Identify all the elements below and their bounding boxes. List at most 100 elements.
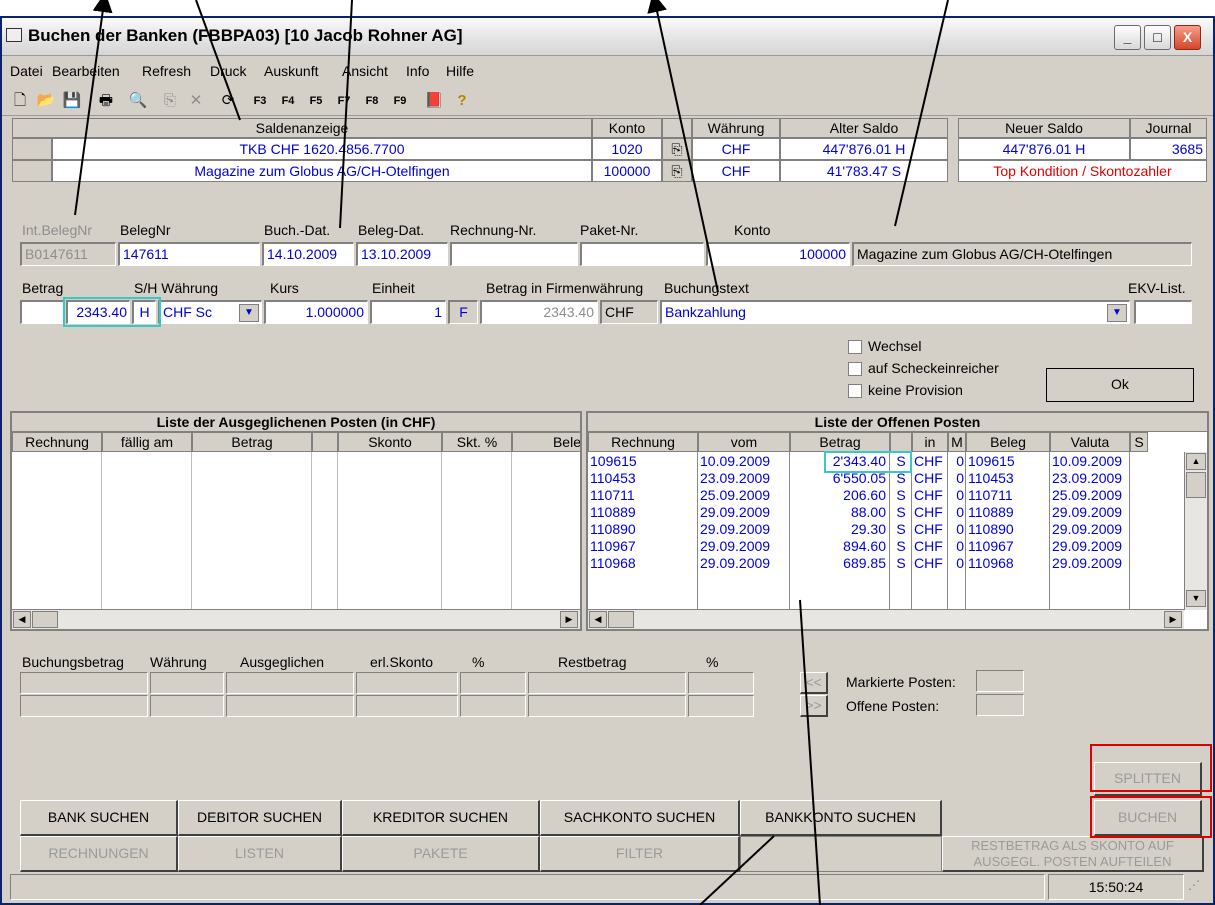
- table-row[interactable]: 110967 29.09.2009 894.60 S CHF 0 110967 29.09.2…: [588, 538, 1184, 555]
- sachkonto-suchen-button[interactable]: SACHKONTO SUCHEN: [540, 800, 740, 836]
- scroll-left-icon[interactable]: ◀: [589, 611, 607, 628]
- new-file-icon[interactable]: 🗋: [8, 89, 32, 113]
- close-button[interactable]: X: [1174, 25, 1201, 50]
- refresh-icon[interactable]: ⟳: [216, 89, 240, 113]
- help-icon[interactable]: ?: [450, 89, 474, 113]
- nav-prev-button[interactable]: <<: [800, 672, 828, 694]
- restbetrag-skonto-button[interactable]: RESTBETRAG ALS SKONTO AUF AUSGEGL. POSTE…: [942, 836, 1204, 872]
- saldo-row2-marker: [12, 160, 52, 182]
- save-icon[interactable]: 💾: [60, 89, 84, 113]
- menu-refresh[interactable]: Refresh: [142, 63, 191, 79]
- delete-icon[interactable]: ✕: [184, 89, 208, 113]
- offen-col-m[interactable]: M: [948, 432, 966, 452]
- table-row[interactable]: 110890 29.09.2009 29.30 S CHF 0 110890 29.09.20…: [588, 521, 1184, 538]
- menu-druck[interactable]: Druck: [210, 63, 247, 79]
- scroll-thumb[interactable]: [1186, 472, 1206, 498]
- table-row[interactable]: 110889 29.09.2009 88.00 S CHF 0 110889 29.09.20…: [588, 504, 1184, 521]
- chevron-down-icon[interactable]: ▼: [239, 304, 259, 322]
- ausg-col-rechnung[interactable]: Rechnung: [12, 432, 102, 452]
- filter-button[interactable]: FILTER: [540, 836, 740, 872]
- offen-col-beleg[interactable]: Beleg: [966, 432, 1050, 452]
- kurs-field[interactable]: 1.000000: [264, 300, 368, 324]
- rechnungen-button[interactable]: RECHNUNGEN: [20, 836, 178, 872]
- attachment-icon[interactable]: ⎘: [662, 160, 692, 182]
- provision-checkbox[interactable]: [848, 384, 862, 398]
- menu-hilfe[interactable]: Hilfe: [446, 63, 474, 79]
- ausg-col-sktpct[interactable]: Skt. %: [442, 432, 512, 452]
- open-folder-icon[interactable]: 📂: [34, 89, 58, 113]
- menu-auskunft[interactable]: Auskunft: [264, 63, 318, 79]
- menu-bearbeiten[interactable]: Bearbeiten: [52, 63, 120, 79]
- copy-icon[interactable]: ⎘: [158, 89, 182, 113]
- paket-field[interactable]: [580, 242, 704, 266]
- menu-datei[interactable]: Datei: [10, 63, 43, 79]
- offen-col-s[interactable]: S: [1130, 432, 1148, 452]
- ausg-col-faellig[interactable]: fällig am: [102, 432, 192, 452]
- menu-ansicht[interactable]: Ansicht: [342, 63, 388, 79]
- waehrung-select[interactable]: CHF Sc ▼: [158, 300, 262, 324]
- scroll-thumb[interactable]: [608, 611, 634, 628]
- f8-icon[interactable]: F8: [360, 89, 384, 113]
- scroll-right-icon[interactable]: ▶: [1164, 611, 1182, 628]
- listen-button[interactable]: LISTEN: [178, 836, 342, 872]
- offen-col-rechnung[interactable]: Rechnung: [588, 432, 698, 452]
- buchungstext-select[interactable]: Bankzahlung ▼: [660, 300, 1130, 324]
- ausg-col-beleg[interactable]: Bele: [512, 432, 580, 452]
- chevron-down-icon[interactable]: ▼: [1107, 304, 1127, 322]
- scheck-checkbox[interactable]: [848, 362, 862, 376]
- ausg-col-sh[interactable]: [312, 432, 338, 452]
- scroll-left-icon[interactable]: ◀: [13, 611, 31, 628]
- resize-grip-icon[interactable]: ⋰: [1188, 878, 1208, 898]
- ausgeglichen-hscrollbar[interactable]: ◀ ▶: [12, 609, 580, 629]
- minimize-button[interactable]: _: [1114, 25, 1141, 50]
- nav-next-button[interactable]: >>: [800, 695, 828, 717]
- offen-col-betrag[interactable]: Betrag: [790, 432, 890, 452]
- menu-info[interactable]: Info: [406, 63, 429, 79]
- bank-suchen-button[interactable]: BANK SUCHEN: [20, 800, 178, 836]
- row-sh: S: [896, 487, 906, 503]
- ekv-field[interactable]: [1134, 300, 1192, 324]
- offen-col-vom[interactable]: vom: [698, 432, 790, 452]
- book-icon[interactable]: 📕: [422, 89, 446, 113]
- scroll-up-icon[interactable]: ▲: [1186, 453, 1206, 470]
- f7-icon[interactable]: F7: [332, 89, 356, 113]
- offen-col-sh[interactable]: [890, 432, 912, 452]
- belegdat-field[interactable]: 13.10.2009: [356, 242, 448, 266]
- belegnr-field[interactable]: 147611: [118, 242, 260, 266]
- table-row[interactable]: 110968 29.09.2009 689.85 S CHF 0 110968 29.09.2…: [588, 555, 1184, 572]
- offen-col-valuta[interactable]: Valuta: [1050, 432, 1130, 452]
- offen-hscrollbar[interactable]: ◀ ▶: [588, 609, 1184, 629]
- row-in: CHF: [914, 453, 943, 469]
- rechnung-field[interactable]: [450, 242, 578, 266]
- kreditor-suchen-button[interactable]: KREDITOR SUCHEN: [342, 800, 540, 836]
- wechsel-checkbox[interactable]: [848, 340, 862, 354]
- offen-col-in[interactable]: in: [912, 432, 948, 452]
- title-bar[interactable]: Buchen der Banken (FBBPA03) [10 Jacob Ro…: [2, 18, 1213, 56]
- offen-list[interactable]: Liste der Offenen Posten Rechnung vom Be…: [586, 411, 1209, 631]
- table-row[interactable]: 110711 25.09.2009 206.60 S CHF 0 110711 25.09.2…: [588, 487, 1184, 504]
- buchdat-field[interactable]: 14.10.2009: [262, 242, 354, 266]
- f3-icon[interactable]: F3: [248, 89, 272, 113]
- attachment-icon[interactable]: ⎘: [662, 138, 692, 160]
- ausg-col-betrag[interactable]: Betrag: [192, 432, 312, 452]
- pakete-button[interactable]: PAKETE: [342, 836, 540, 872]
- betrag-prefix-field[interactable]: [20, 300, 64, 324]
- f9-icon[interactable]: F9: [388, 89, 412, 113]
- maximize-button[interactable]: □: [1144, 25, 1171, 50]
- empty-button[interactable]: [740, 836, 942, 872]
- f5-icon[interactable]: F5: [304, 89, 328, 113]
- ausg-col-skonto[interactable]: Skonto: [338, 432, 442, 452]
- ausgeglichen-list[interactable]: Liste der Ausgeglichenen Posten (in CHF)…: [10, 411, 582, 631]
- f4-icon[interactable]: F4: [276, 89, 300, 113]
- print-icon[interactable]: 🖶: [94, 89, 118, 113]
- offen-vscrollbar[interactable]: ▲ ▼: [1184, 452, 1207, 610]
- debitor-suchen-button[interactable]: DEBITOR SUCHEN: [178, 800, 342, 836]
- scroll-right-icon[interactable]: ▶: [560, 611, 578, 628]
- scroll-down-icon[interactable]: ▼: [1186, 590, 1206, 607]
- scroll-thumb[interactable]: [32, 611, 58, 628]
- find-icon[interactable]: 🔍: [126, 89, 150, 113]
- konto-nr-field[interactable]: 100000: [706, 242, 850, 266]
- einheit-field[interactable]: 1: [370, 300, 446, 324]
- bankkonto-suchen-button[interactable]: BANKKONTO SUCHEN: [740, 800, 942, 836]
- ok-button[interactable]: Ok: [1046, 368, 1194, 402]
